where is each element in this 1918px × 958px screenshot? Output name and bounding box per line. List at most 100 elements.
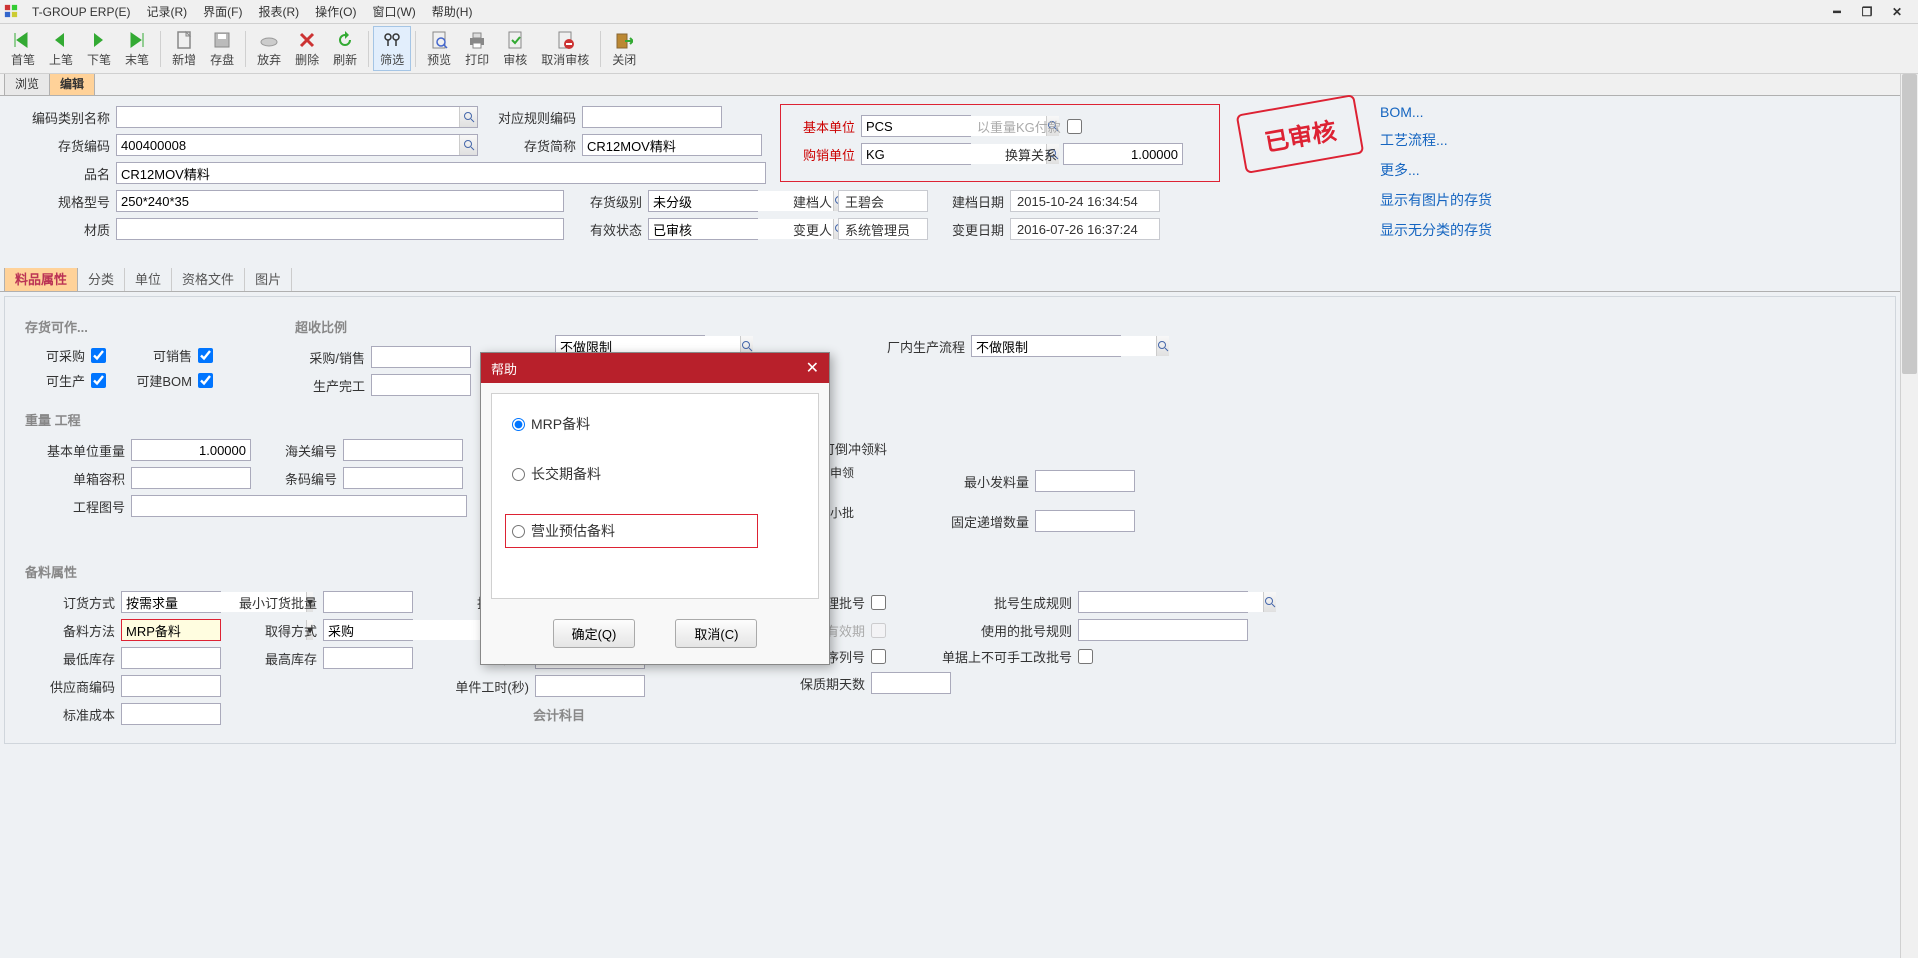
first-record-button[interactable]: 首笔 bbox=[4, 26, 42, 71]
std-cost-label: 标准成本 bbox=[25, 705, 115, 724]
prev-record-button[interactable]: 上笔 bbox=[42, 26, 80, 71]
menu-help[interactable]: 帮助(H) bbox=[424, 1, 481, 22]
menu-window[interactable]: 窗口(W) bbox=[364, 1, 423, 22]
box-vol-input[interactable] bbox=[131, 467, 251, 489]
preview-button[interactable]: 预览 bbox=[420, 26, 458, 71]
order-mode-input[interactable]: ▾ bbox=[121, 591, 221, 613]
stock-grade-input[interactable] bbox=[648, 190, 758, 212]
tab-browse[interactable]: 浏览 bbox=[4, 74, 50, 95]
min-order-input[interactable] bbox=[323, 591, 413, 613]
opt-mrp-radio[interactable] bbox=[512, 418, 525, 431]
vertical-scrollbar[interactable] bbox=[1900, 74, 1918, 958]
over-buy-input[interactable] bbox=[371, 346, 471, 368]
manage-serial-checkbox[interactable] bbox=[871, 649, 886, 664]
factory-flow-input[interactable] bbox=[971, 335, 1121, 357]
restore-icon[interactable]: ❐ bbox=[1858, 3, 1876, 21]
code-class-input[interactable] bbox=[116, 106, 478, 128]
unit-sec-input[interactable] bbox=[535, 675, 645, 697]
discard-button[interactable]: 放弃 bbox=[250, 26, 288, 71]
opt-sales-radio[interactable] bbox=[512, 525, 525, 538]
link-no-class[interactable]: 显示无分类的存货 bbox=[1380, 220, 1540, 240]
delete-button[interactable]: 删除 bbox=[288, 26, 326, 71]
link-more[interactable]: 更多... bbox=[1380, 160, 1540, 180]
rule-code-input[interactable] bbox=[582, 106, 722, 128]
material-input[interactable] bbox=[116, 218, 564, 240]
min-order-label: 最小订货批量 bbox=[227, 593, 317, 612]
can-sell-checkbox[interactable] bbox=[198, 348, 213, 363]
window-controls: ━ ❐ ✕ bbox=[1828, 3, 1914, 21]
new-button[interactable]: 新增 bbox=[165, 26, 203, 71]
can-prod-checkbox[interactable] bbox=[91, 373, 106, 388]
over-prod-input[interactable] bbox=[371, 374, 471, 396]
lookup-icon[interactable] bbox=[1156, 336, 1169, 356]
subtab-property[interactable]: 料品属性 bbox=[4, 265, 78, 291]
opt-long-radio[interactable] bbox=[512, 468, 525, 481]
minimize-icon[interactable]: ━ bbox=[1828, 3, 1846, 21]
batch-rule-input[interactable] bbox=[1078, 591, 1248, 613]
app-title[interactable]: T-GROUP ERP(E) bbox=[24, 3, 138, 21]
lookup-icon[interactable] bbox=[1263, 592, 1276, 612]
stock-grade-label: 存货级别 bbox=[570, 192, 642, 211]
stock-code-input[interactable] bbox=[116, 134, 478, 156]
shelf-days-label: 保质期天数 bbox=[785, 674, 865, 693]
fixed-step-input[interactable] bbox=[1035, 510, 1135, 532]
link-bom[interactable]: BOM... bbox=[1380, 104, 1540, 120]
tab-edit[interactable]: 编辑 bbox=[49, 74, 95, 95]
link-process[interactable]: 工艺流程... bbox=[1380, 130, 1540, 150]
subtab-image[interactable]: 图片 bbox=[245, 266, 292, 291]
menu-report[interactable]: 报表(R) bbox=[250, 1, 307, 22]
no-manual-checkbox[interactable] bbox=[1078, 649, 1093, 664]
print-button[interactable]: 打印 bbox=[458, 26, 496, 71]
lookup-icon[interactable] bbox=[459, 135, 477, 155]
stock-short-input[interactable] bbox=[582, 134, 762, 156]
approve-button[interactable]: 审核 bbox=[496, 26, 534, 71]
min-issue-input[interactable] bbox=[1035, 470, 1135, 492]
ok-button[interactable]: 确定(Q) bbox=[553, 619, 636, 648]
save-button[interactable]: 存盘 bbox=[203, 26, 241, 71]
supplier-input[interactable] bbox=[121, 675, 221, 697]
sale-unit-input[interactable] bbox=[861, 143, 971, 165]
cancel-button[interactable]: 取消(C) bbox=[675, 619, 757, 648]
subtab-qual[interactable]: 资格文件 bbox=[172, 266, 245, 291]
customs-input[interactable] bbox=[343, 439, 463, 461]
scroll-thumb[interactable] bbox=[1902, 74, 1917, 374]
lookup-icon[interactable] bbox=[459, 107, 477, 127]
barcode-input[interactable] bbox=[343, 467, 463, 489]
status-input[interactable] bbox=[648, 218, 758, 240]
unit-sec-label: 单件工时(秒) bbox=[419, 677, 529, 696]
can-buy-checkbox[interactable] bbox=[91, 348, 106, 363]
ratio-input[interactable] bbox=[1063, 143, 1183, 165]
base-unit-input[interactable] bbox=[861, 115, 971, 137]
filter-button[interactable]: 筛选 bbox=[373, 26, 411, 71]
menu-ui[interactable]: 界面(F) bbox=[195, 1, 250, 22]
next-record-button[interactable]: 下笔 bbox=[80, 26, 118, 71]
last-record-button[interactable]: 末笔 bbox=[118, 26, 156, 71]
std-cost-input[interactable] bbox=[121, 703, 221, 725]
obtain-input[interactable]: ▾ bbox=[323, 619, 413, 641]
stock-method-input[interactable]: ▾ bbox=[121, 619, 221, 641]
unapprove-button[interactable]: 取消审核 bbox=[534, 26, 596, 71]
shelf-days-input[interactable] bbox=[871, 672, 951, 694]
spec-input[interactable] bbox=[116, 190, 564, 212]
link-with-image[interactable]: 显示有图片的存货 bbox=[1380, 190, 1540, 210]
dialog-close-icon[interactable]: ✕ bbox=[806, 358, 819, 378]
close-icon[interactable]: ✕ bbox=[1888, 3, 1906, 21]
close-button[interactable]: 关闭 bbox=[605, 26, 643, 71]
header-form: 编码类别名称 对应规则编码 存货编码 存货简称 品名 规格型号 存货级别 建档人… bbox=[0, 96, 1900, 268]
used-rule-input[interactable] bbox=[1078, 619, 1248, 641]
modifier-value: 系统管理员 bbox=[838, 218, 928, 240]
manage-batch-checkbox[interactable] bbox=[871, 595, 886, 610]
max-stock-input[interactable] bbox=[323, 647, 413, 669]
min-stock-input[interactable] bbox=[121, 647, 221, 669]
kg-pay-checkbox[interactable] bbox=[1067, 119, 1082, 134]
subtab-class[interactable]: 分类 bbox=[78, 266, 125, 291]
base-unit-label: 基本单位 bbox=[795, 117, 855, 136]
eng-draw-input[interactable] bbox=[131, 495, 467, 517]
menu-operate[interactable]: 操作(O) bbox=[307, 1, 364, 22]
base-weight-input[interactable] bbox=[131, 439, 251, 461]
can-bom-checkbox[interactable] bbox=[198, 373, 213, 388]
menu-record[interactable]: 记录(R) bbox=[138, 1, 195, 22]
name-input[interactable] bbox=[116, 162, 766, 184]
subtab-unit[interactable]: 单位 bbox=[125, 266, 172, 291]
refresh-button[interactable]: 刷新 bbox=[326, 26, 364, 71]
